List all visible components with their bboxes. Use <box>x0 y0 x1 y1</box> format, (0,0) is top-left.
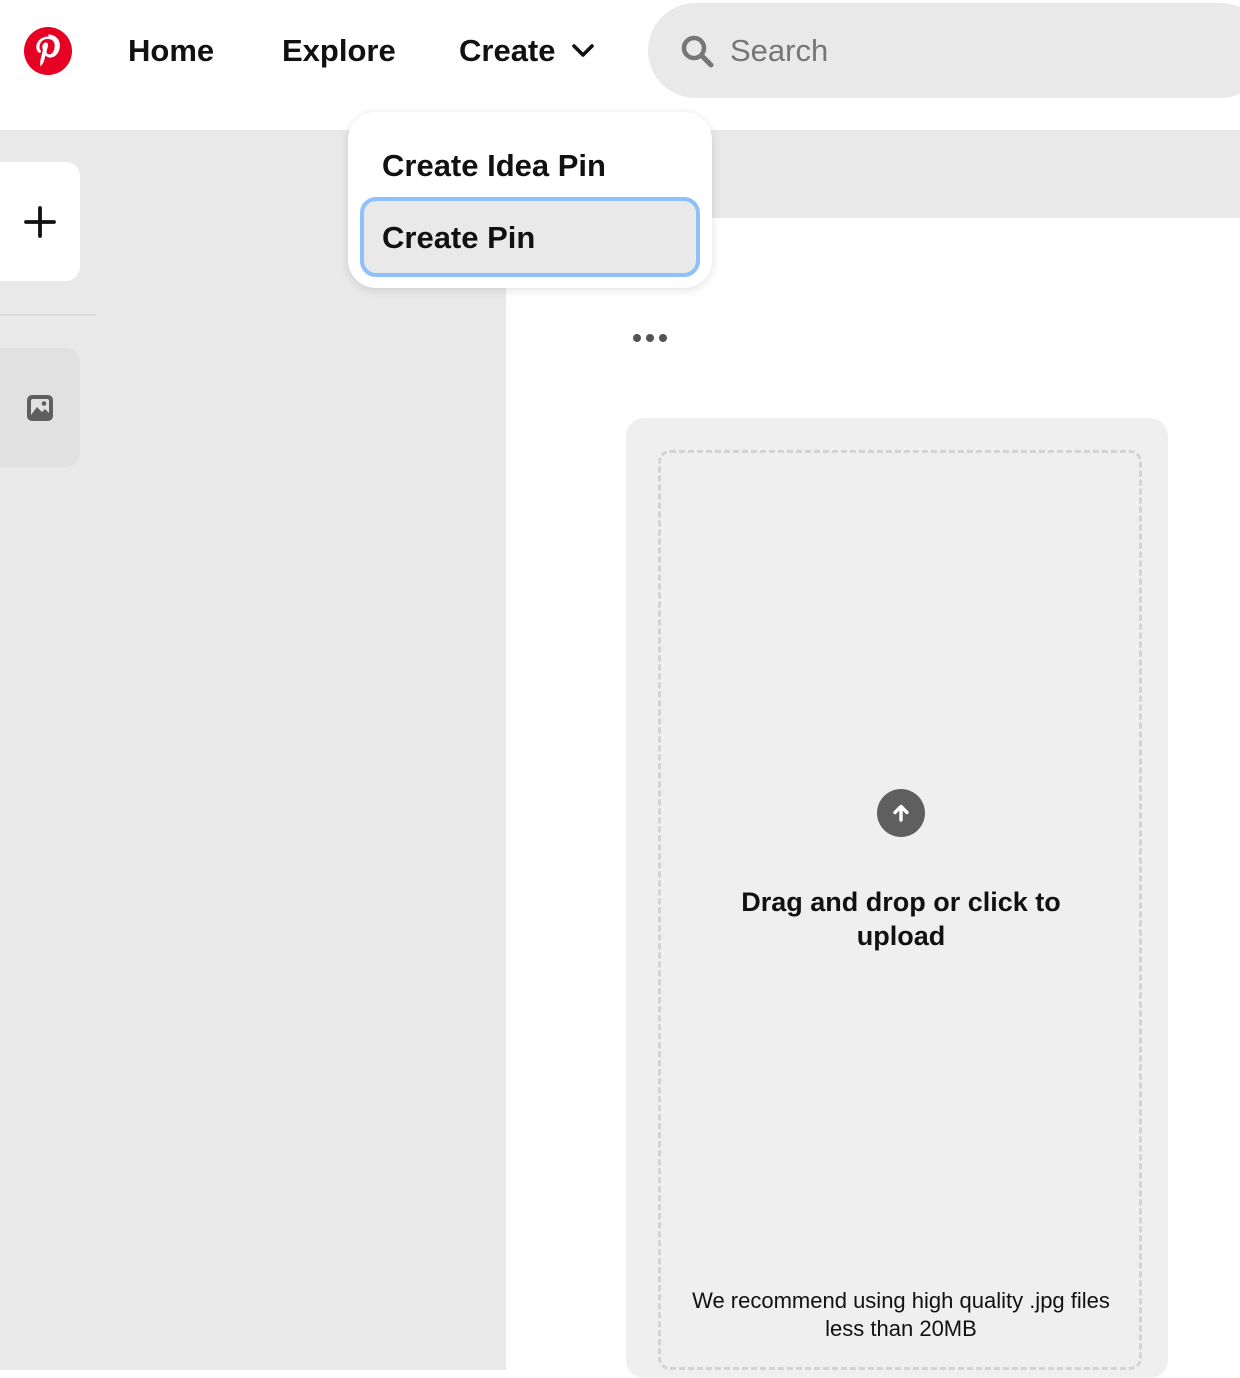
top-nav-bar: Home Explore Create <box>0 0 1240 130</box>
draft-pin-thumbnail[interactable] <box>0 348 80 467</box>
upload-title: Drag and drop or click to upload <box>741 887 1061 951</box>
menu-item-create-pin[interactable]: Create Pin <box>360 197 700 277</box>
nav-create-label: Create <box>459 33 556 68</box>
sidebar-divider <box>0 314 96 316</box>
chevron-down-icon <box>571 44 594 57</box>
create-dropdown-menu: Create Idea Pin Create Pin <box>348 112 712 288</box>
nav-explore-link[interactable]: Explore <box>282 28 396 74</box>
pinterest-logo-icon[interactable] <box>24 27 72 75</box>
search-bar[interactable] <box>648 3 1240 98</box>
more-options-button[interactable] <box>626 318 674 358</box>
nav-create-dropdown[interactable]: Create <box>459 28 596 74</box>
nav-home-link[interactable]: Home <box>128 28 214 74</box>
search-input[interactable] <box>728 25 1212 77</box>
pin-list-panel <box>0 130 506 1370</box>
upload-recommendation: We recommend using high quality .jpg fil… <box>692 1288 1110 1341</box>
search-icon <box>681 35 714 68</box>
menu-item-create-idea-pin[interactable]: Create Idea Pin <box>362 128 698 204</box>
upload-arrow-icon <box>877 789 925 837</box>
upload-card: Drag and drop or click to upload We reco… <box>626 418 1168 1378</box>
add-pin-button[interactable] <box>0 162 80 281</box>
more-options-icon <box>633 334 667 342</box>
upload-dropzone[interactable]: Drag and drop or click to upload We reco… <box>658 450 1142 1370</box>
image-icon <box>27 394 53 421</box>
plus-icon <box>24 205 56 238</box>
